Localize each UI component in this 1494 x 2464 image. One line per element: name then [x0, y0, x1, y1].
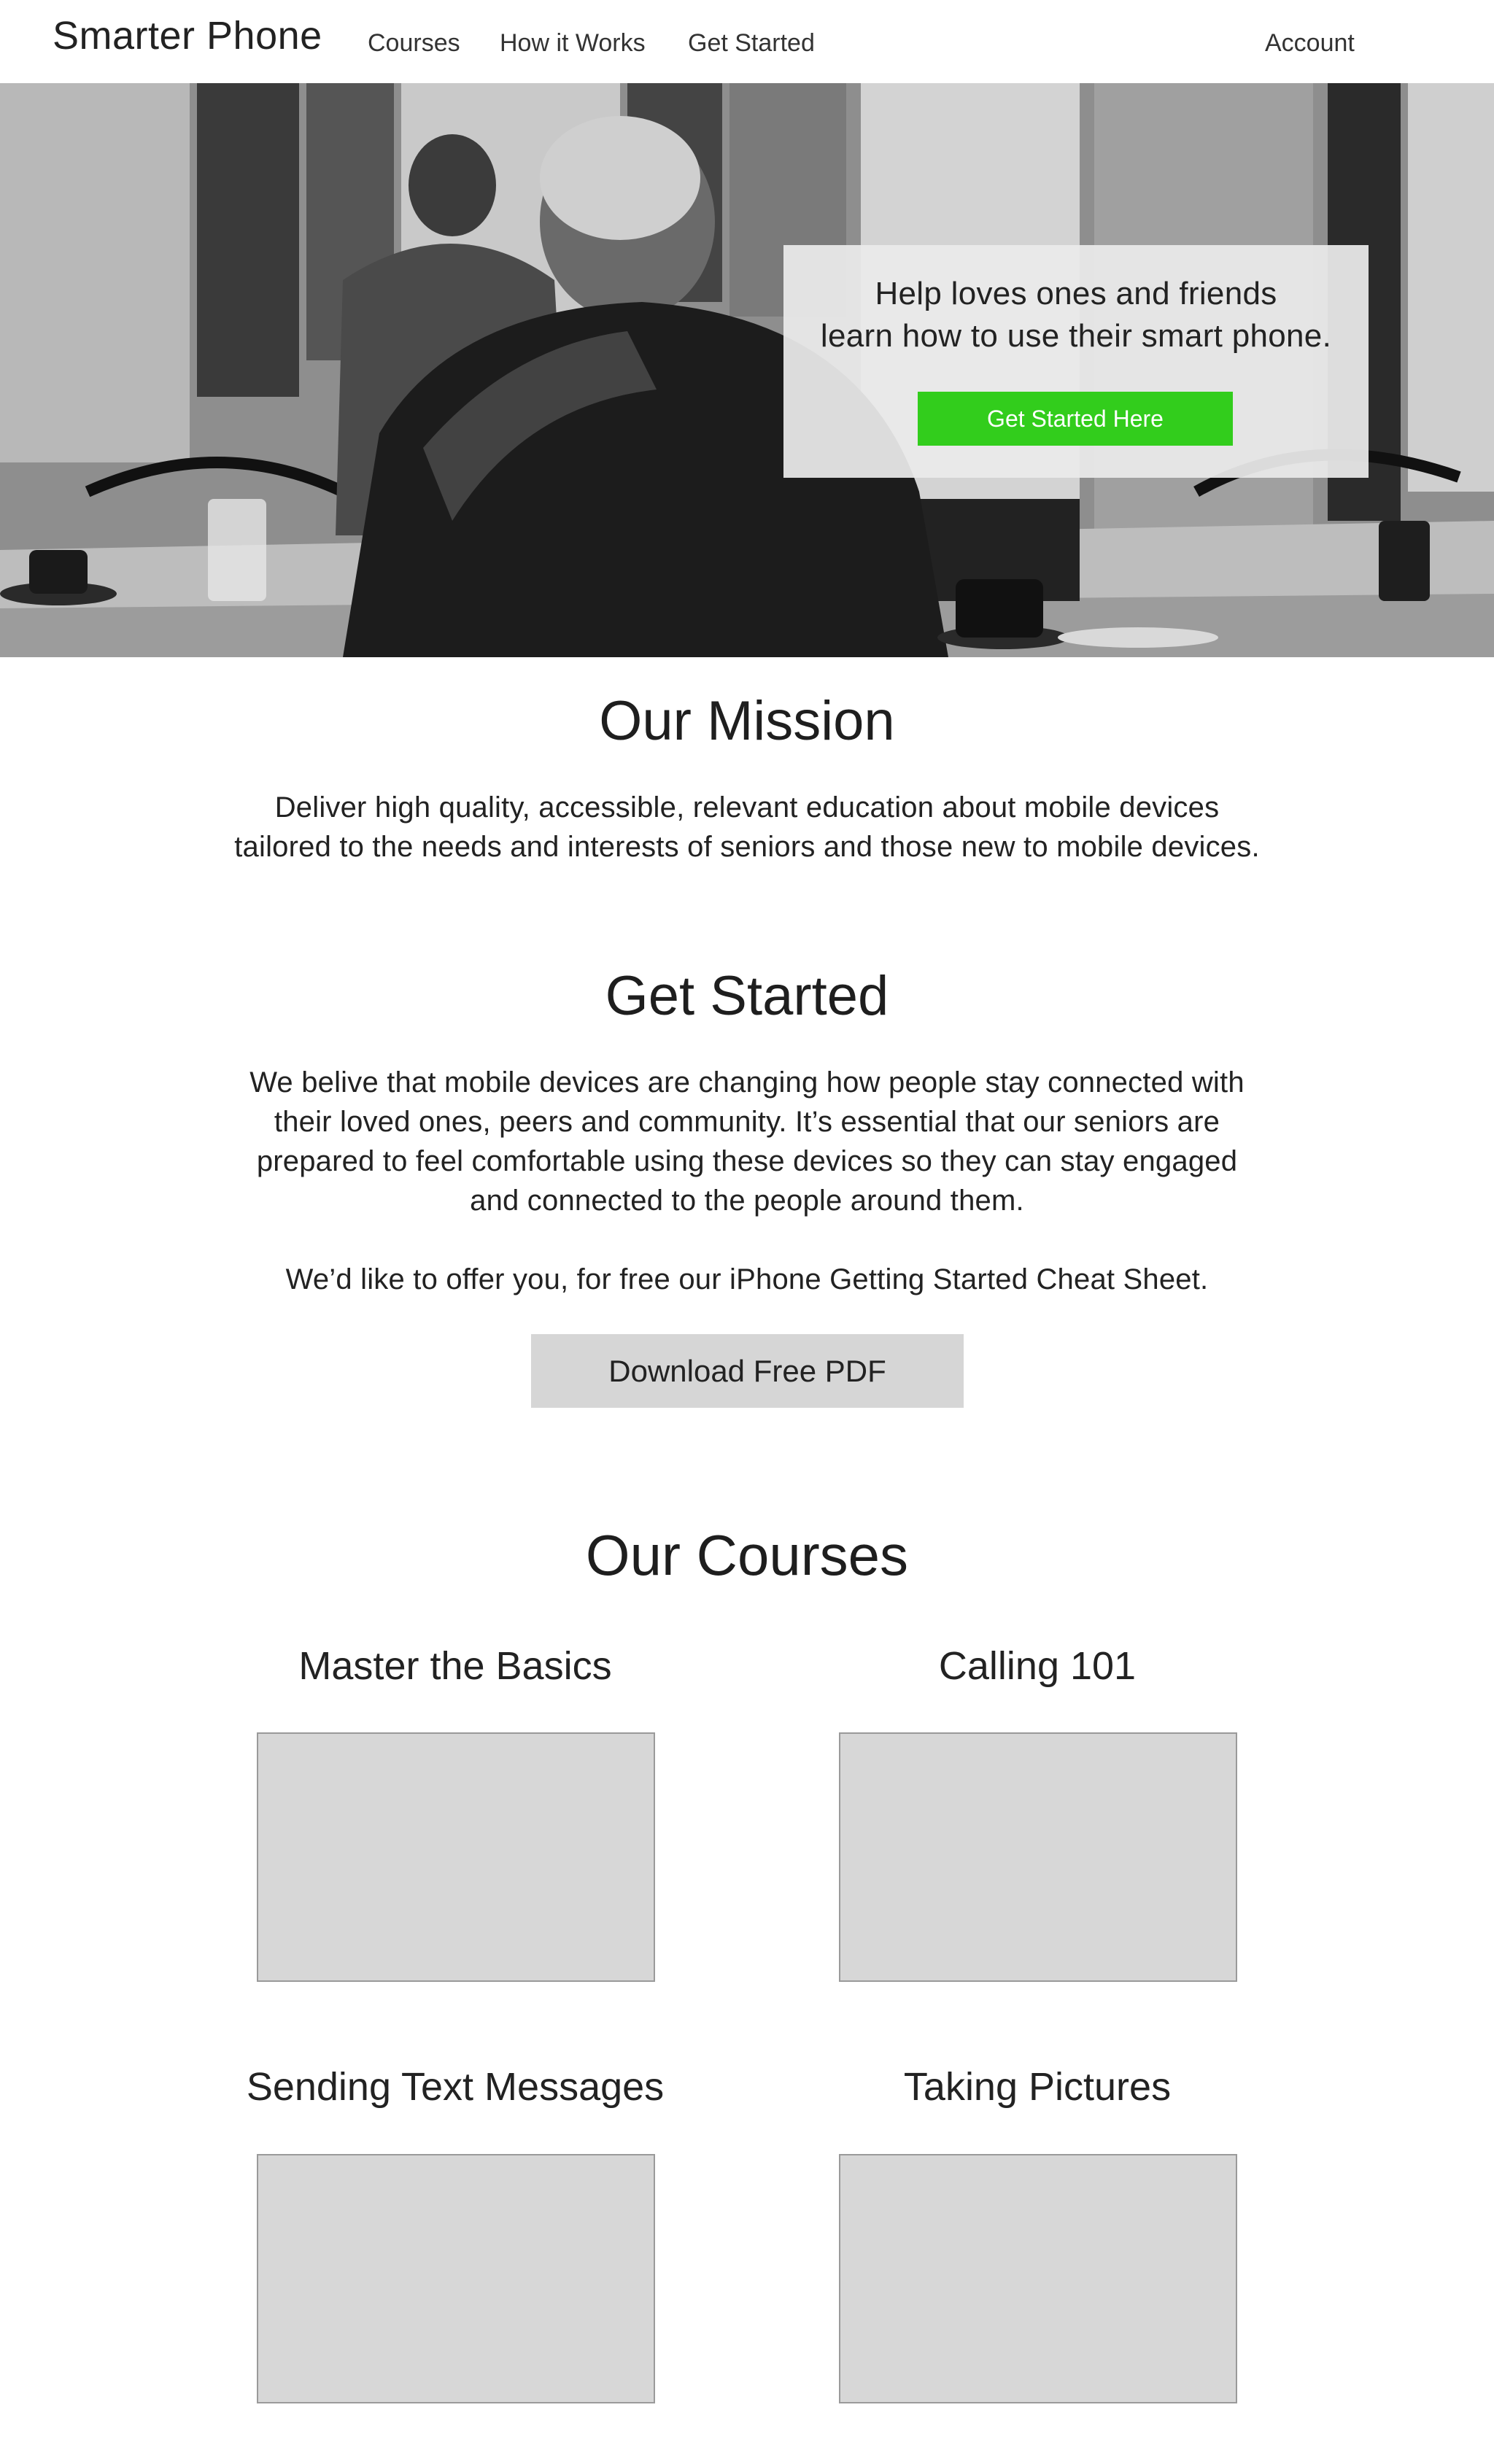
nav-link-how-it-works[interactable]: How it Works — [500, 29, 646, 58]
get-started-heading: Get Started — [605, 965, 889, 1027]
course-image-placeholder[interactable] — [839, 2154, 1237, 2403]
nav-link-get-started[interactable]: Get Started — [688, 29, 815, 58]
course-title-calling-101[interactable]: Calling 101 — [760, 1643, 1315, 1689]
course-title-sending-text-messages[interactable]: Sending Text Messages — [178, 2064, 732, 2109]
nav-link-account[interactable]: Account — [1265, 29, 1355, 58]
get-started-line-1: We belive that mobile devices are changi… — [249, 1066, 1245, 1099]
mission-line-1: Deliver high quality, accessible, releva… — [274, 791, 1220, 824]
get-started-line-3: prepared to feel comfortable using these… — [256, 1145, 1238, 1177]
hero-callout-card: Help loves ones and friends learn how to… — [783, 245, 1369, 478]
get-started-description: We belive that mobile devices are changi… — [0, 1063, 1494, 1220]
download-free-pdf-button[interactable]: Download Free PDF — [531, 1334, 964, 1408]
mission-description: Deliver high quality, accessible, releva… — [0, 788, 1494, 867]
top-navigation: Smarter Phone Courses How it Works Get S… — [0, 0, 1494, 83]
nav-link-courses[interactable]: Courses — [368, 29, 460, 58]
hero-headline-line-1: Help loves ones and friends — [875, 276, 1277, 311]
mission-line-2: tailored to the needs and interests of s… — [234, 831, 1260, 863]
hero-headline-line-2: learn how to use their smart phone. — [820, 318, 1332, 354]
brand-logo[interactable]: Smarter Phone — [53, 13, 322, 58]
courses-heading: Our Courses — [585, 1523, 909, 1587]
hero-headline: Help loves ones and friends learn how to… — [783, 273, 1369, 357]
cheat-sheet-offer-text: We’d like to offer you, for free our iPh… — [285, 1263, 1209, 1295]
get-started-here-button[interactable]: Get Started Here — [918, 392, 1233, 446]
course-image-placeholder[interactable] — [257, 1732, 655, 1982]
course-title-taking-pictures[interactable]: Taking Pictures — [760, 2064, 1315, 2109]
course-title-master-the-basics[interactable]: Master the Basics — [178, 1643, 732, 1689]
mission-heading: Our Mission — [599, 690, 895, 752]
course-image-placeholder[interactable] — [839, 1732, 1237, 1982]
get-started-line-4: and connected to the people around them. — [470, 1185, 1024, 1217]
course-image-placeholder[interactable] — [257, 2154, 655, 2403]
get-started-line-2: their loved ones, peers and community. I… — [274, 1106, 1220, 1138]
hero-banner: Help loves ones and friends learn how to… — [0, 83, 1494, 657]
